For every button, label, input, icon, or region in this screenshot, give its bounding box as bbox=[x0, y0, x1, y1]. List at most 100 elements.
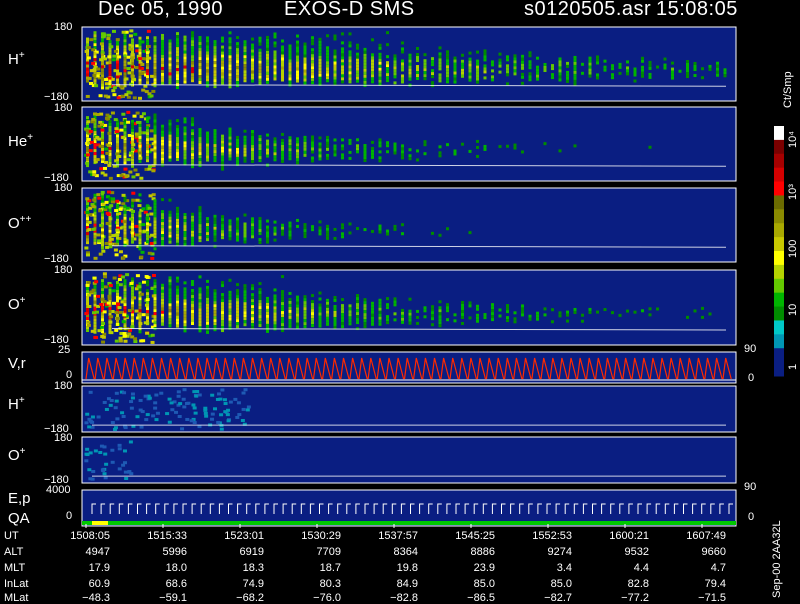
spectrogram-cell bbox=[303, 51, 307, 55]
spectrogram-cell bbox=[371, 65, 374, 69]
spectrogram-cell bbox=[221, 296, 224, 300]
spectrogram-cell bbox=[566, 61, 569, 65]
spectrogram-cell bbox=[107, 131, 112, 135]
spectrogram-cell bbox=[191, 304, 194, 308]
spectrogram-cell bbox=[363, 156, 367, 160]
spectrogram-cell bbox=[168, 57, 172, 61]
spectrogram-cell bbox=[153, 122, 157, 126]
spectrogram-cell bbox=[86, 61, 89, 65]
spectrogram-cell bbox=[84, 421, 89, 425]
spectrogram-cell bbox=[243, 159, 247, 163]
spectrogram-cell bbox=[281, 51, 284, 55]
spectrogram-cell bbox=[371, 301, 374, 305]
spectrogram-cell bbox=[573, 144, 577, 148]
spectrogram-cell bbox=[176, 215, 179, 219]
spectrogram-cell bbox=[153, 318, 157, 322]
spectrogram-cell bbox=[130, 325, 135, 329]
spectrogram-cell bbox=[438, 58, 442, 62]
spectrogram-cell bbox=[408, 315, 412, 319]
spectrogram-cell bbox=[123, 54, 127, 58]
spectrogram-cell bbox=[153, 143, 157, 147]
spectrogram-cell bbox=[543, 307, 547, 311]
spectrogram-cell bbox=[206, 279, 209, 283]
spectrogram-cell bbox=[176, 218, 179, 222]
spectrogram-cell bbox=[146, 29, 151, 33]
spectrogram-cell bbox=[161, 213, 164, 217]
spectrogram-cell bbox=[101, 469, 106, 473]
spectrogram-cell bbox=[122, 334, 127, 338]
spectrogram-cell bbox=[446, 318, 449, 322]
spectrogram-cell bbox=[153, 291, 157, 295]
colorbar-segment bbox=[774, 320, 784, 335]
spectrogram-cell bbox=[491, 318, 494, 322]
spectrogram-cell bbox=[341, 47, 344, 51]
spectrogram-cell bbox=[686, 63, 689, 67]
spectrogram-cell bbox=[89, 81, 94, 85]
spectrogram-cell bbox=[258, 294, 262, 298]
spectrogram-cell bbox=[311, 228, 314, 232]
spectrogram-cell bbox=[603, 65, 607, 69]
spectrogram-cell bbox=[311, 81, 314, 85]
spectrogram-cell bbox=[213, 232, 217, 236]
spectrogram-cell bbox=[416, 47, 419, 51]
spectrogram-cell bbox=[210, 417, 215, 421]
spectrogram-cell bbox=[521, 63, 524, 67]
spectrogram-cell bbox=[119, 121, 124, 125]
spectrogram-cell bbox=[98, 209, 103, 213]
spectrogram-cell bbox=[708, 67, 712, 71]
spectrogram-cell bbox=[198, 51, 202, 55]
spectrogram-cell bbox=[94, 280, 99, 284]
spectrogram-cell bbox=[216, 420, 221, 424]
spectrogram-cell bbox=[236, 66, 239, 70]
spectrogram-cell bbox=[168, 213, 172, 217]
header-time: 15:08:05 bbox=[656, 0, 738, 20]
spectrogram-cell bbox=[146, 307, 149, 311]
spectrogram-cell bbox=[149, 94, 154, 98]
spectrogram-cell bbox=[168, 234, 172, 238]
spectrogram-cell bbox=[123, 237, 127, 241]
spectrogram-cell bbox=[143, 394, 148, 398]
spectrogram-cell bbox=[296, 34, 299, 38]
spectrogram-cell bbox=[228, 154, 232, 158]
spectrogram-cell bbox=[88, 149, 93, 153]
spectrogram-cell bbox=[356, 147, 359, 151]
table-cell: 1523:01 bbox=[224, 530, 264, 542]
spectrogram-cell bbox=[116, 218, 119, 222]
spectrogram-cell bbox=[386, 232, 389, 236]
spectrogram-cell bbox=[251, 299, 254, 303]
spectrogram-cell bbox=[176, 44, 179, 48]
spectrogram-cell bbox=[101, 279, 104, 283]
spectrogram-cell bbox=[236, 144, 239, 148]
spectrogram-cell bbox=[108, 137, 112, 141]
spectrogram-cell bbox=[123, 294, 127, 298]
spectrogram-cell bbox=[117, 296, 122, 300]
spectrogram-cell bbox=[386, 144, 389, 148]
spectrogram-cell bbox=[648, 72, 652, 76]
spectrogram-cell bbox=[288, 315, 292, 319]
spectrogram-cell bbox=[206, 140, 209, 144]
spectrogram-cell bbox=[416, 74, 419, 78]
spectrogram-cell bbox=[423, 315, 427, 319]
table-row-label-alt: ALT bbox=[4, 546, 24, 558]
spectrogram-cell bbox=[191, 150, 194, 154]
spectrogram-cell bbox=[401, 59, 404, 63]
spectrogram-cell bbox=[138, 96, 143, 100]
spectrogram-cell bbox=[198, 152, 202, 156]
spectrogram-cell bbox=[341, 59, 344, 63]
spectrogram-cell bbox=[176, 303, 179, 307]
spectrogram-cell bbox=[138, 159, 142, 163]
spectrogram-cell bbox=[483, 76, 487, 80]
spectrogram-cell bbox=[386, 315, 389, 319]
spectrogram-cell bbox=[146, 72, 149, 76]
spectrogram-cell bbox=[296, 301, 299, 305]
spectrogram-cell bbox=[241, 407, 246, 411]
panel-label-opp: O++ bbox=[8, 214, 32, 232]
spectrogram-cell bbox=[123, 152, 127, 156]
spectrogram-cell bbox=[191, 218, 194, 222]
spectrogram-cell bbox=[641, 309, 644, 313]
spectrogram-cell bbox=[258, 72, 262, 76]
spectrogram-cell bbox=[246, 405, 251, 409]
spectrogram-cell bbox=[221, 60, 224, 64]
spectrogram-cell bbox=[130, 148, 135, 152]
spectrogram-cell bbox=[311, 78, 314, 82]
